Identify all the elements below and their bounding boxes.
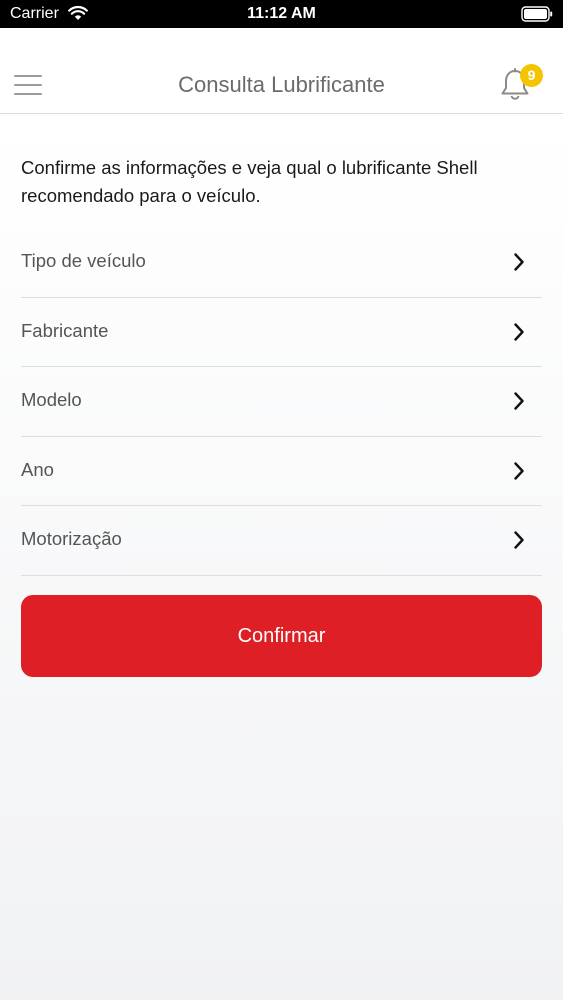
field-vehicle-type[interactable]: Tipo de veículo (21, 228, 542, 298)
page-title: Consulta Lubrificante (178, 72, 385, 97)
confirm-button[interactable]: Confirmar (21, 595, 542, 677)
chevron-right-icon (514, 392, 524, 410)
field-model[interactable]: Modelo (21, 367, 542, 437)
chevron-right-icon (514, 461, 524, 480)
field-label: Fabricante (21, 319, 109, 341)
status-bar: Carrier 11:12 AM (0, 0, 563, 28)
vehicle-fields-list: Tipo de veículo Fabricante Modelo Ano Mo… (21, 228, 542, 576)
navigation-bar: Consulta Lubrificante 9 (0, 28, 563, 114)
chevron-right-icon (514, 253, 524, 271)
field-manufacturer[interactable]: Fabricante (21, 298, 542, 367)
notifications-button[interactable]: 9 (500, 64, 546, 106)
field-label: Tipo de veículo (21, 250, 146, 271)
intro-text: Confirme as informações e veja qual o lu… (21, 157, 478, 206)
field-label: Modelo (21, 389, 82, 410)
field-engine[interactable]: Motorização (21, 506, 542, 576)
chevron-right-icon (514, 531, 524, 549)
field-label: Motorização (21, 528, 122, 549)
chevron-right-icon (514, 322, 524, 341)
battery-icon (521, 6, 553, 22)
notification-badge: 9 (520, 64, 543, 87)
field-year[interactable]: Ano (21, 437, 542, 506)
field-label: Ano (21, 458, 54, 480)
status-time: 11:12 AM (247, 5, 316, 22)
